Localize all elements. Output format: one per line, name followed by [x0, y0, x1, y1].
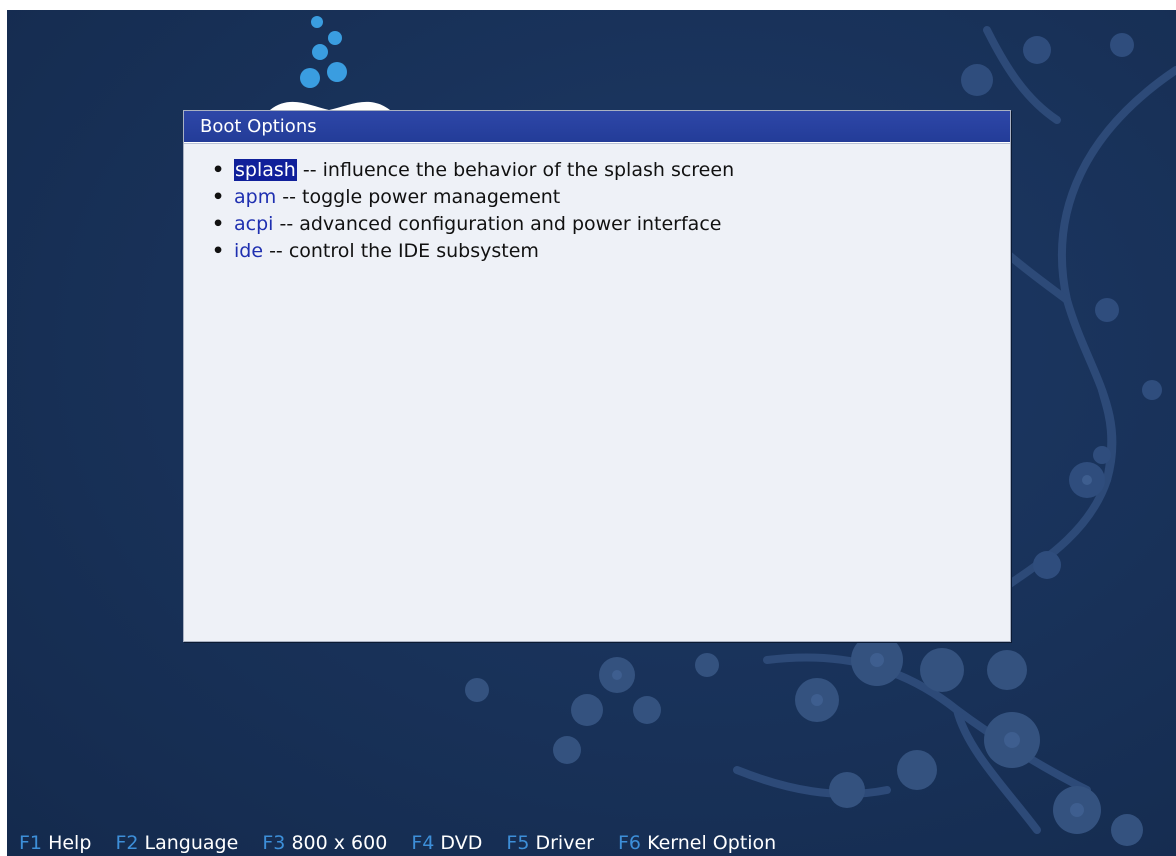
option-description: -- advanced configuration and power inte…	[273, 213, 722, 235]
bullet-icon: •	[212, 213, 225, 235]
function-key-bar: F1 Help F2 Language F3 800 x 600 F4 DVD …	[19, 830, 794, 856]
fkey-label: Help	[48, 832, 92, 854]
fkey-label: Kernel Option	[647, 832, 777, 854]
boot-options-list: • splash -- influence the behavior of the…	[184, 143, 1010, 265]
fkey-label: DVD	[440, 832, 483, 854]
fkey-label: Driver	[535, 832, 594, 854]
option-description: -- control the IDE subsystem	[263, 240, 539, 262]
distro-logo	[270, 16, 390, 110]
dialog-title: Boot Options	[184, 111, 1010, 143]
fkey-language[interactable]: F2 Language	[115, 830, 238, 856]
option-key-acpi[interactable]: acpi	[234, 213, 273, 235]
boot-screen: Boot Options • splash -- influence the be…	[7, 10, 1176, 856]
option-apm[interactable]: • apm -- toggle power management	[212, 184, 1010, 211]
fkey-dvd[interactable]: F4 DVD	[411, 830, 482, 856]
option-ide[interactable]: • ide -- control the IDE subsystem	[212, 238, 1010, 265]
fkey-code: F4	[411, 832, 435, 854]
fkey-help[interactable]: F1 Help	[19, 830, 91, 856]
option-acpi[interactable]: • acpi -- advanced configuration and powe…	[212, 211, 1010, 238]
fkey-label: Language	[144, 832, 239, 854]
option-description: -- influence the behavior of the splash …	[296, 159, 735, 181]
boot-options-dialog: Boot Options • splash -- influence the be…	[183, 110, 1011, 642]
bullet-icon: •	[212, 186, 225, 208]
fkey-code: F6	[618, 832, 642, 854]
option-key-ide[interactable]: ide	[234, 240, 263, 262]
option-splash[interactable]: • splash -- influence the behavior of the…	[212, 157, 1010, 184]
fkey-resolution[interactable]: F3 800 x 600	[262, 830, 387, 856]
fkey-code: F5	[506, 832, 530, 854]
bullet-icon: •	[212, 240, 225, 262]
option-key-apm[interactable]: apm	[234, 186, 276, 208]
fkey-kernel-option[interactable]: F6 Kernel Option	[618, 830, 776, 856]
fkey-code: F1	[19, 832, 43, 854]
option-key-splash[interactable]: splash	[234, 159, 297, 181]
fkey-label: 800 x 600	[291, 832, 388, 854]
option-description: -- toggle power management	[276, 186, 561, 208]
bullet-icon: •	[212, 159, 225, 181]
fkey-driver[interactable]: F5 Driver	[506, 830, 594, 856]
fkey-code: F2	[115, 832, 139, 854]
fkey-code: F3	[262, 832, 286, 854]
